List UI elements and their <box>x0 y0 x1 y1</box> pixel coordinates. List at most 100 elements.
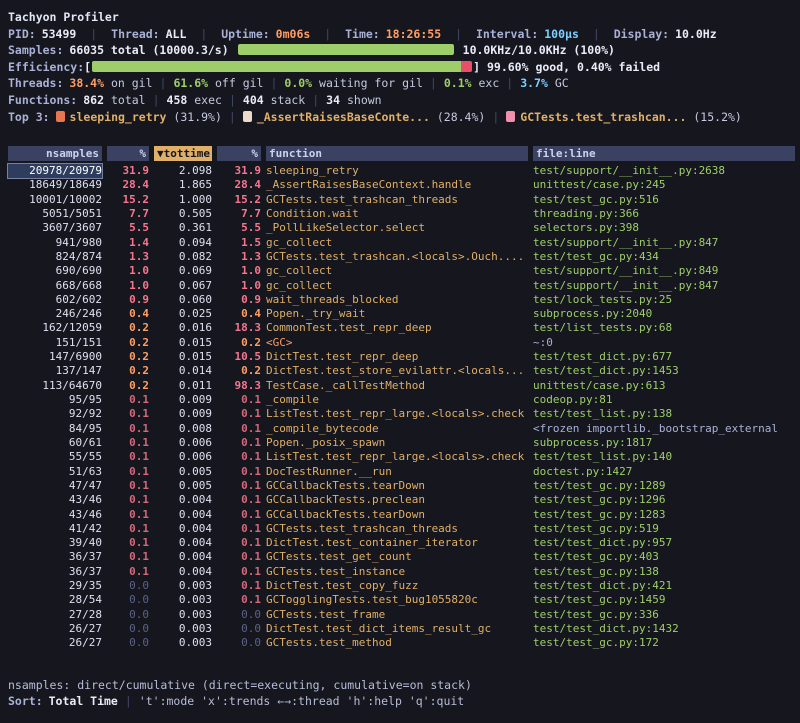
column-header-fileline[interactable]: file:line <box>533 146 795 161</box>
table-row[interactable]: 43/460.10.0040.1GCCallbackTests.preclean… <box>8 493 795 507</box>
table-row[interactable]: 18649/1864928.41.86528.4_AssertRaisesBas… <box>8 178 795 192</box>
table-header: nsamples % ▼tottime % function file:line <box>8 146 795 161</box>
table-row[interactable]: 27/280.00.0030.0GCTests.test_frametest/t… <box>8 608 795 622</box>
table-row[interactable]: 39/400.10.0040.1DictTest.test_container_… <box>8 536 795 550</box>
table-row[interactable]: 26/270.00.0030.0DictTest.test_dict_items… <box>8 622 795 636</box>
cell-cumulative-pct: 18.3 <box>217 321 261 335</box>
profile-table: nsamples % ▼tottime % function file:line… <box>8 146 795 651</box>
table-row[interactable]: 43/460.10.0040.1GCCallbackTests.tearDown… <box>8 508 795 522</box>
cell-function: gc_collect <box>266 236 528 250</box>
interval-value: 100μs <box>544 27 579 41</box>
cell-nsamples: 41/42 <box>8 522 102 536</box>
table-row[interactable]: 84/950.10.0080.1_compile_bytecode<frozen… <box>8 422 795 436</box>
cell-cumulative-pct: 0.9 <box>217 293 261 307</box>
cell-direct-pct: 0.2 <box>107 364 149 378</box>
table-row[interactable]: 55/550.10.0060.1ListTest.test_repr_large… <box>8 450 795 464</box>
keybar: Sort:Total Time|'t':mode 'x':trends ←→:t… <box>8 693 472 710</box>
table-row[interactable]: 5051/50517.70.5057.7Condition.waitthread… <box>8 207 795 221</box>
table-row[interactable]: 29/350.00.0030.1DictTest.test_copy_fuzzt… <box>8 579 795 593</box>
cell-direct-pct: 5.5 <box>107 221 149 235</box>
tachyon-profiler-window: Tachyon Profiler PID:53499 | Thread:ALL … <box>0 0 800 723</box>
cell-fileline: ~:0 <box>533 336 795 350</box>
function-count-label: stack <box>271 93 306 107</box>
column-header-direct-pct[interactable]: % <box>107 146 149 161</box>
column-header-nsamples[interactable]: nsamples <box>8 146 102 161</box>
cell-nsamples: 113/64670 <box>8 379 102 393</box>
table-row[interactable]: 28/540.00.0030.1GCTogglingTests.test_bug… <box>8 593 795 607</box>
cell-nsamples: 26/27 <box>8 622 102 636</box>
table-row[interactable]: 36/370.10.0040.1GCTests.test_get_countte… <box>8 550 795 564</box>
table-row[interactable]: 824/8741.30.0821.3GCTests.test_trashcan.… <box>8 250 795 264</box>
table-row[interactable]: 92/920.10.0090.1ListTest.test_repr_large… <box>8 407 795 421</box>
table-row[interactable]: 26/270.00.0030.0GCTests.test_methodtest/… <box>8 636 795 650</box>
cell-nsamples: 668/668 <box>8 279 102 293</box>
cell-fileline: subprocess.py:2040 <box>533 307 795 321</box>
cell-cumulative-pct: 0.2 <box>217 364 261 378</box>
top3-line: Top 3:sleeping_retry (31.9%)|_AssertRais… <box>8 109 792 126</box>
cell-cumulative-pct: 28.4 <box>217 178 261 192</box>
table-row[interactable]: 10001/1000215.21.00015.2GCTests.test_tra… <box>8 193 795 207</box>
table-row[interactable]: 3607/36075.50.3615.5_PollLikeSelector.se… <box>8 221 795 235</box>
cell-function: CommonTest.test_repr_deep <box>266 321 528 335</box>
cell-tottime: 0.011 <box>154 379 212 393</box>
cell-cumulative-pct: 98.3 <box>217 379 261 393</box>
table-row[interactable]: 668/6681.00.0671.0gc_collecttest/support… <box>8 279 795 293</box>
table-row[interactable]: 47/470.10.0050.1GCCallbackTests.tearDown… <box>8 479 795 493</box>
table-row[interactable]: 147/69000.20.01510.5DictTest.test_repr_d… <box>8 350 795 364</box>
cell-direct-pct: 0.0 <box>107 622 149 636</box>
cell-cumulative-pct: 0.1 <box>217 393 261 407</box>
cell-function: GCTests.test_get_count <box>266 550 528 564</box>
cell-cumulative-pct: 0.1 <box>217 450 261 464</box>
cell-direct-pct: 0.1 <box>107 393 149 407</box>
table-row[interactable]: 602/6020.90.0600.9wait_threads_blockedte… <box>8 293 795 307</box>
bracket-open: [ <box>84 60 91 74</box>
separator: | <box>492 110 499 124</box>
column-header-function[interactable]: function <box>266 146 528 161</box>
function-count-value: 404 <box>243 93 264 107</box>
table-row[interactable]: 941/9801.40.0941.5gc_collecttest/support… <box>8 236 795 250</box>
table-row[interactable]: 51/630.10.0050.1DocTestRunner.__rundocte… <box>8 465 795 479</box>
footer: nsamples: direct/cumulative (direct=exec… <box>8 677 472 710</box>
table-row[interactable]: 113/646700.20.01198.3TestCase._callTestM… <box>8 379 795 393</box>
cell-direct-pct: 0.1 <box>107 522 149 536</box>
cell-function: Popen._try_wait <box>266 307 528 321</box>
cell-function: TestCase._callTestMethod <box>266 379 528 393</box>
table-row[interactable]: 137/1470.20.0140.2DictTest.test_store_ev… <box>8 364 795 378</box>
table-row[interactable]: 246/2460.40.0250.4Popen._try_waitsubproc… <box>8 307 795 321</box>
table-row[interactable]: 41/420.10.0040.1GCTests.test_trashcan_th… <box>8 522 795 536</box>
thread-stat-label: GC <box>555 76 569 90</box>
cell-fileline: test/test_dict.py:1432 <box>533 622 795 636</box>
table-row[interactable]: 162/120590.20.01618.3CommonTest.test_rep… <box>8 321 795 335</box>
status-block: Tachyon Profiler PID:53499 | Thread:ALL … <box>0 0 800 125</box>
cell-tottime: 0.361 <box>154 221 212 235</box>
cell-function: _compile_bytecode <box>266 422 528 436</box>
top-function-name: sleeping_retry <box>70 110 167 124</box>
cell-tottime: 0.005 <box>154 479 212 493</box>
table-row[interactable]: 60/610.10.0060.1Popen._posix_spawnsubpro… <box>8 436 795 450</box>
cell-fileline: subprocess.py:1817 <box>533 436 795 450</box>
key-hints: 't':mode 'x':trends ←→:thread 'h':help '… <box>139 694 464 708</box>
function-count-label: shown <box>347 93 382 107</box>
table-row[interactable]: 95/950.10.0090.1_compilecodeop.py:81 <box>8 393 795 407</box>
cell-tottime: 0.004 <box>154 493 212 507</box>
table-row[interactable]: 20978/2097931.92.09831.9sleeping_retryte… <box>8 164 795 178</box>
column-header-cumulative-pct[interactable]: % <box>217 146 261 161</box>
table-row[interactable]: 690/6901.00.0691.0gc_collecttest/support… <box>8 264 795 278</box>
separator: | <box>153 93 160 107</box>
table-row[interactable]: 36/370.10.0040.1GCTests.test_instancetes… <box>8 565 795 579</box>
separator: | <box>200 27 207 41</box>
cell-tottime: 0.014 <box>154 364 212 378</box>
samples-line: Samples:66035 total (10000.3/s)10.0KHz/1… <box>8 42 792 59</box>
cell-direct-pct: 0.0 <box>107 636 149 650</box>
cell-tottime: 0.004 <box>154 550 212 564</box>
column-header-tottime-sorted[interactable]: ▼tottime <box>154 146 212 161</box>
cell-cumulative-pct: 0.1 <box>217 593 261 607</box>
top-function-name: GCTests.test_trashcan... <box>520 110 686 124</box>
cell-nsamples: 43/46 <box>8 508 102 522</box>
table-body: 20978/2097931.92.09831.9sleeping_retryte… <box>8 164 795 651</box>
separator: | <box>125 694 132 708</box>
table-row[interactable]: 151/1510.20.0150.2<GC>~:0 <box>8 336 795 350</box>
cell-cumulative-pct: 31.9 <box>217 164 261 178</box>
cell-tottime: 0.005 <box>154 465 212 479</box>
cell-cumulative-pct: 0.0 <box>217 636 261 650</box>
